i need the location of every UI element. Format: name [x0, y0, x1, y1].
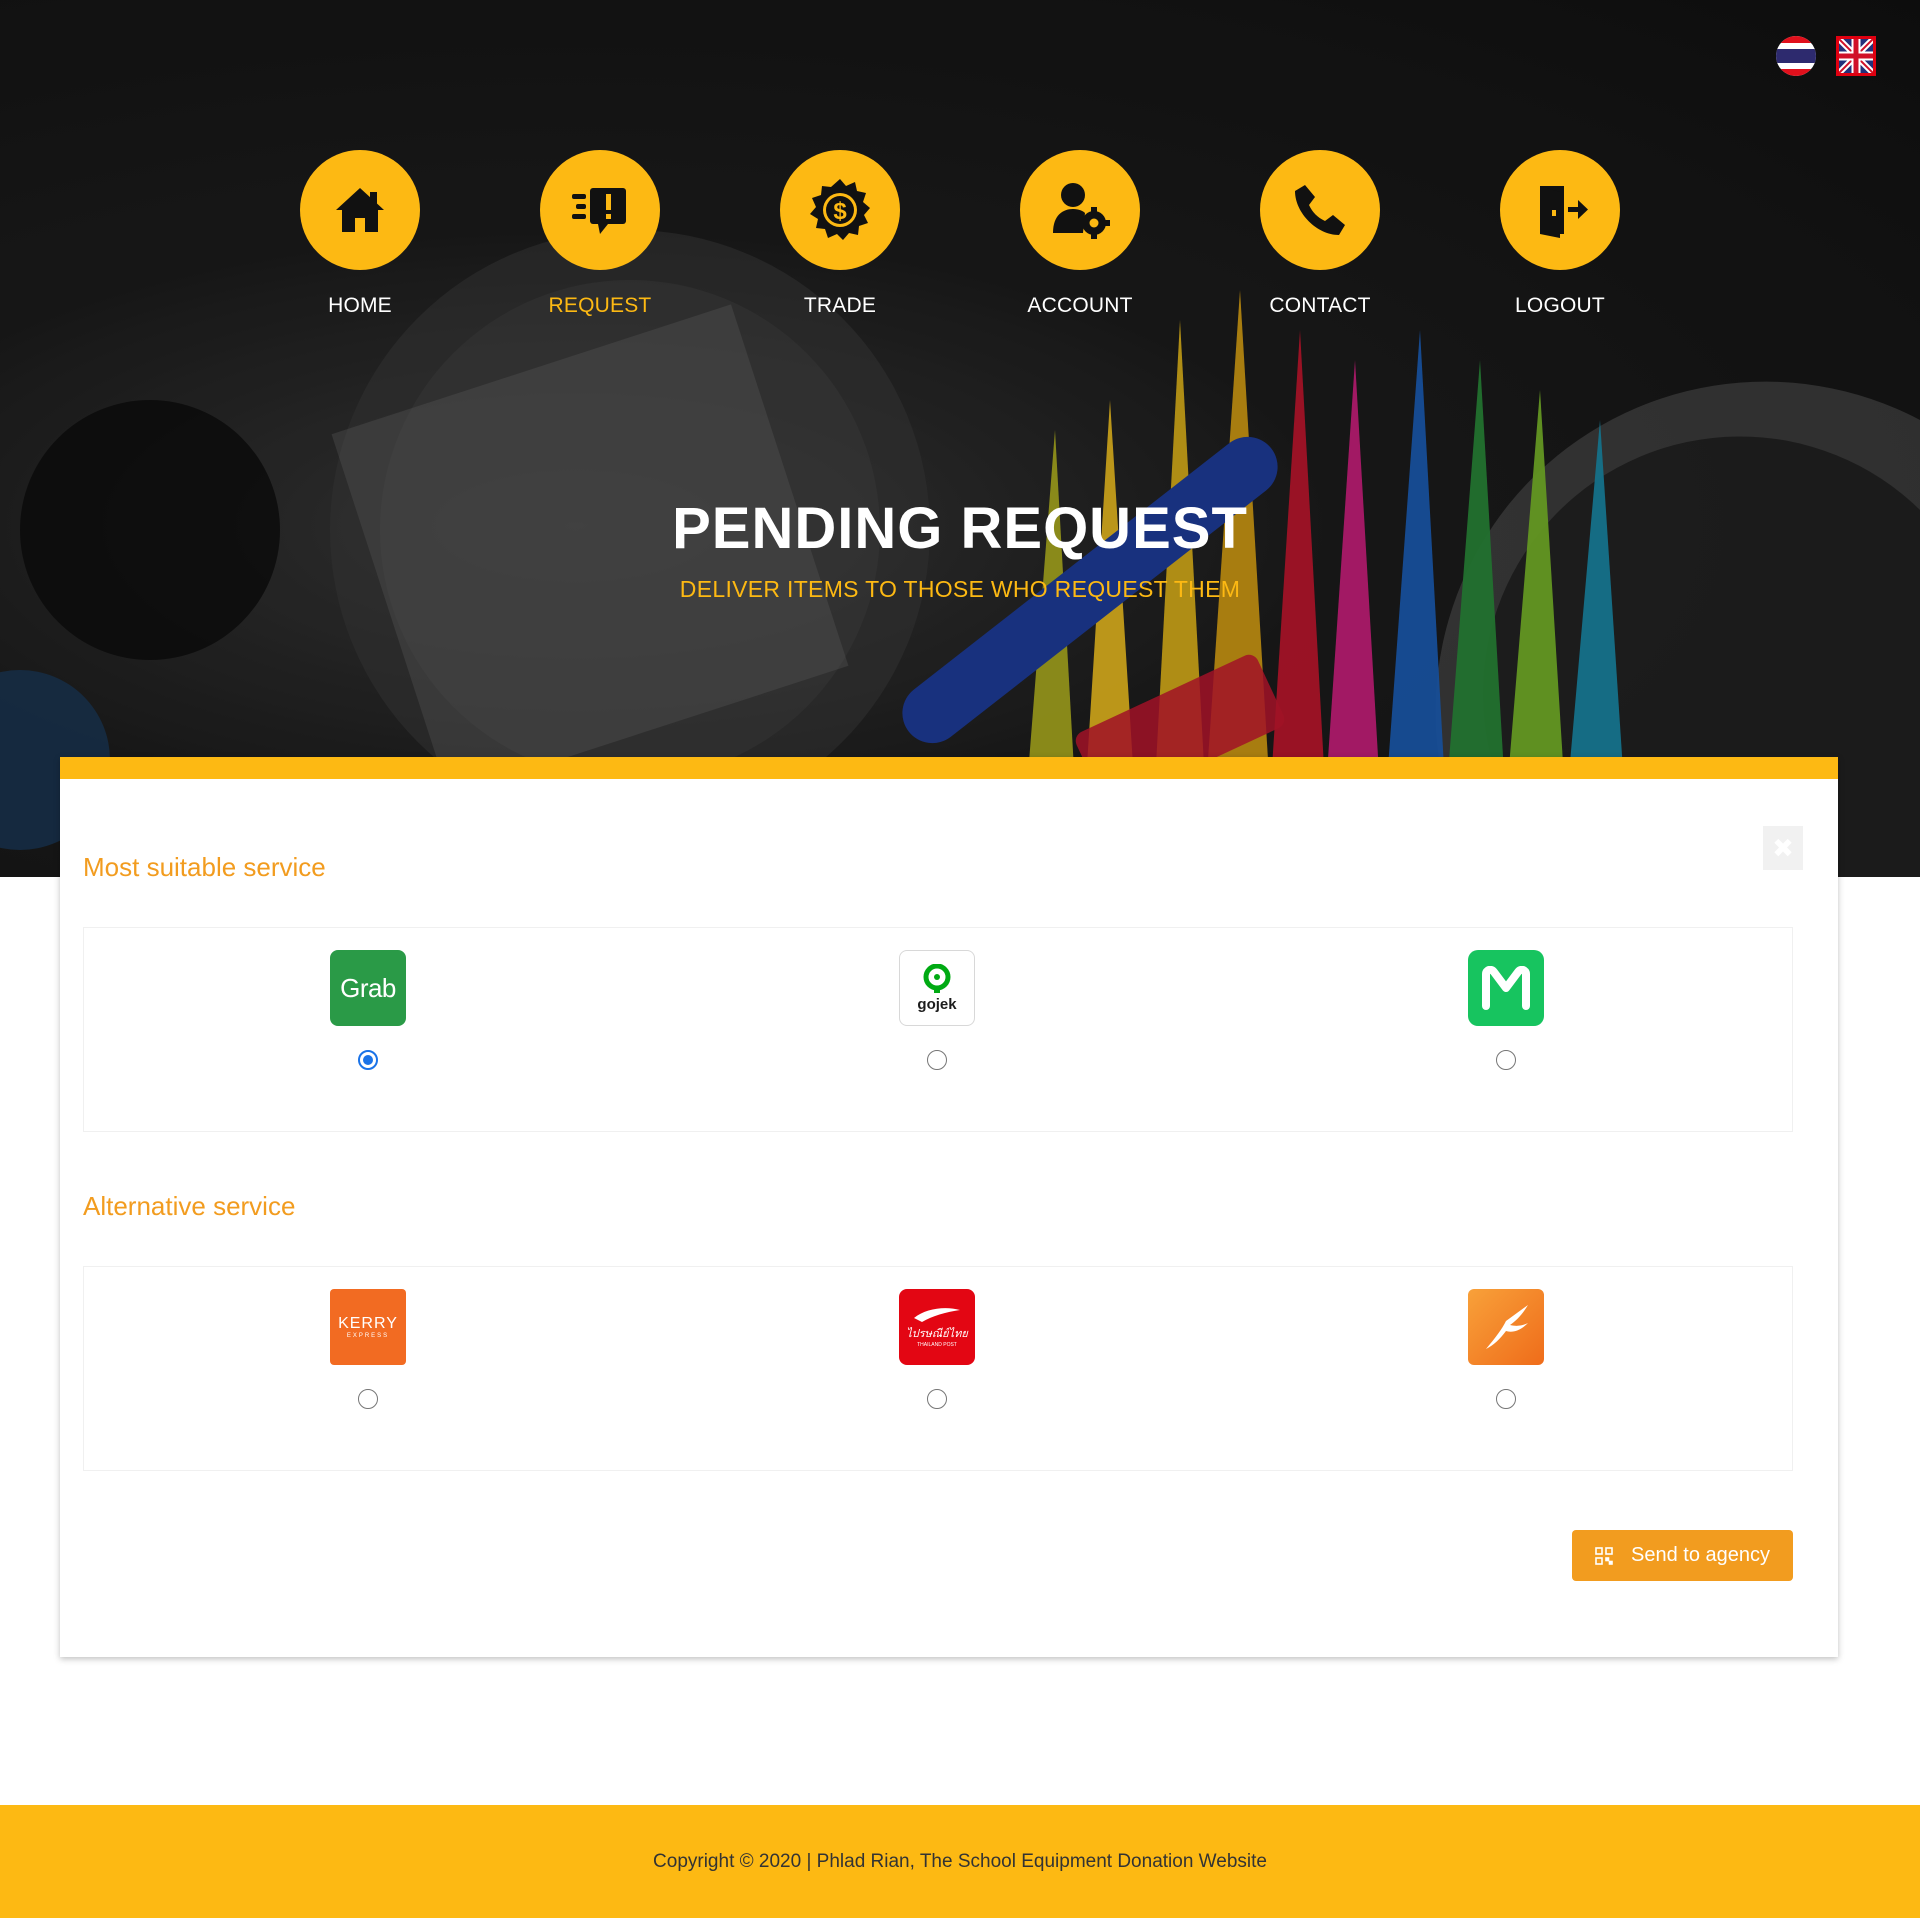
nav-request[interactable]: REQUEST — [500, 150, 700, 318]
kerry-logo-subtext: EXPRESS — [346, 1333, 390, 1339]
nav-label[interactable]: REQUEST — [500, 294, 700, 318]
alternative-services: KERRY EXPRESS ไปรษณีย์ไทย THAILAND POST — [83, 1266, 1793, 1471]
grab-logo-icon[interactable]: Grab — [330, 950, 406, 1026]
thailand-post-logo-text: ไปรษณีย์ไทย — [906, 1328, 968, 1340]
page-subtitle: DELIVER ITEMS TO THOSE WHO REQUEST THEM — [679, 576, 1241, 602]
nav-logout[interactable]: LOGOUT — [1460, 150, 1660, 318]
gojek-pin-icon — [923, 963, 951, 993]
nav-label[interactable]: LOGOUT — [1460, 294, 1660, 318]
uk-flag-icon[interactable] — [1836, 36, 1876, 76]
phone-icon[interactable] — [1260, 150, 1380, 270]
copyright-text: Copyright © 2020 | Phlad Rian, The Schoo… — [653, 1850, 1267, 1872]
hero-banner: HOME REQUEST $ TRADE ACCOUNT CONTACT LOG… — [0, 0, 1920, 877]
thailand-post-wing-icon — [914, 1308, 960, 1322]
nav-account[interactable]: ACCOUNT — [980, 150, 1180, 318]
service-option-kerry[interactable]: KERRY EXPRESS — [330, 1289, 406, 1409]
kerry-radio[interactable] — [358, 1389, 378, 1409]
thailand-post-logo-icon[interactable]: ไปรษณีย์ไทย THAILAND POST — [899, 1289, 975, 1365]
close-icon[interactable]: ✖ — [1763, 826, 1803, 870]
nav-label[interactable]: TRADE — [740, 294, 940, 318]
lineman-radio[interactable] — [1496, 1050, 1516, 1070]
card-accent-bar — [60, 757, 1838, 779]
nav-trade[interactable]: $ TRADE — [740, 150, 940, 318]
service-option-lineman[interactable] — [1468, 950, 1544, 1070]
user-gear-icon[interactable] — [1020, 150, 1140, 270]
footer: Copyright © 2020 | Phlad Rian, The Schoo… — [0, 1805, 1920, 1918]
grab-radio[interactable] — [358, 1050, 378, 1070]
bird-delivery-radio[interactable] — [1496, 1389, 1516, 1409]
request-icon[interactable] — [540, 150, 660, 270]
school-supplies-background — [0, 0, 1920, 877]
service-option-gojek[interactable]: gojek — [899, 950, 975, 1070]
nav-home[interactable]: HOME — [260, 150, 460, 318]
page-title: PENDING REQUEST — [672, 496, 1248, 561]
most-suitable-heading: Most suitable service — [83, 852, 326, 882]
nav-label[interactable]: CONTACT — [1220, 294, 1420, 318]
gojek-logo-icon[interactable]: gojek — [899, 950, 975, 1026]
thailand-post-radio[interactable] — [927, 1389, 947, 1409]
service-selection-card: ✖ Most suitable service Grab gojek Alter… — [60, 757, 1838, 1657]
home-icon[interactable] — [300, 150, 420, 270]
kerry-logo-text: KERRY — [338, 1315, 398, 1332]
kerry-logo-icon[interactable]: KERRY EXPRESS — [330, 1289, 406, 1365]
thailand-post-logo-subtext: THAILAND POST — [917, 1342, 957, 1348]
service-option-bird-delivery[interactable] — [1468, 1289, 1544, 1409]
send-to-agency-button[interactable]: Send to agency — [1572, 1530, 1793, 1581]
nav-label[interactable]: HOME — [260, 294, 460, 318]
lineman-logo-icon[interactable] — [1468, 950, 1544, 1026]
svg-text:$: $ — [833, 198, 847, 225]
thai-flag-icon[interactable] — [1776, 36, 1816, 76]
gojek-radio[interactable] — [927, 1050, 947, 1070]
nav-contact[interactable]: CONTACT — [1220, 150, 1420, 318]
gojek-logo-text: gojek — [917, 995, 957, 1013]
nav-label[interactable]: ACCOUNT — [980, 294, 1180, 318]
logout-door-icon[interactable] — [1500, 150, 1620, 270]
grab-logo-text: Grab — [340, 972, 396, 1003]
service-option-grab[interactable]: Grab — [330, 950, 406, 1070]
qr-code-icon — [1595, 1546, 1613, 1565]
alternative-heading: Alternative service — [83, 1191, 296, 1221]
service-option-thailand-post[interactable]: ไปรษณีย์ไทย THAILAND POST — [899, 1289, 975, 1409]
most-suitable-services: Grab gojek — [83, 927, 1793, 1132]
hummingbird-logo-icon[interactable] — [1468, 1289, 1544, 1365]
dollar-badge-icon[interactable]: $ — [780, 150, 900, 270]
send-button-label[interactable]: Send to agency — [1631, 1544, 1770, 1567]
